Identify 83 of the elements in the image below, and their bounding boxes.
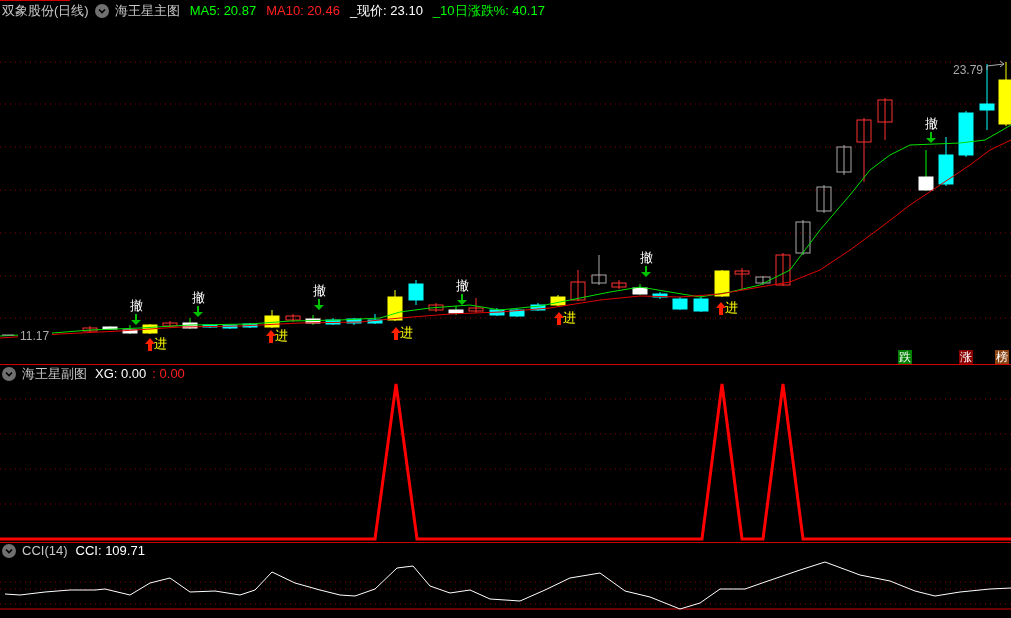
candlestick [816, 184, 832, 214]
candlestick [795, 219, 811, 256]
stock-title: 双象股份(日线) [2, 2, 89, 21]
candlestick [182, 317, 198, 330]
candlestick [82, 325, 98, 334]
indicator-name: 海王星主图 [114, 2, 180, 21]
candlestick [489, 307, 505, 317]
candlestick [122, 324, 138, 335]
candlestick [305, 314, 321, 326]
signal-badge: 涨 [959, 350, 973, 364]
candlestick [611, 279, 627, 290]
down-arrow-icon [131, 314, 141, 325]
candlestick [570, 269, 586, 302]
candlestick [162, 320, 178, 328]
candlestick [836, 144, 852, 176]
signal-label: 撤 [456, 278, 469, 293]
candlestick [387, 289, 403, 322]
signal-badge: 跌 [898, 350, 912, 364]
candlestick [325, 317, 341, 326]
indicator-reading: CCI: 109.71 [75, 542, 145, 561]
candlestick [428, 302, 444, 313]
indicator-reading: MA5: 20.87 [189, 2, 257, 21]
candlestick [264, 309, 280, 329]
up-arrow-icon [266, 330, 276, 343]
signal-label: 撤 [313, 283, 326, 298]
candlestick [632, 283, 648, 296]
candlestick [102, 325, 118, 331]
candlestick [530, 302, 546, 312]
signal-label: 撤 [192, 290, 205, 305]
candlestick [346, 317, 362, 326]
indicator-reading: MA10: 20.46 [266, 2, 340, 21]
candlestick [468, 297, 484, 314]
candlestick [877, 97, 893, 141]
dropdown-icon[interactable] [94, 4, 109, 18]
signal-label: 进 [563, 310, 576, 325]
candlestick [958, 110, 974, 158]
up-arrow-icon [391, 327, 401, 340]
candlestick [672, 296, 688, 311]
down-arrow-icon [457, 294, 467, 305]
candlestick [775, 252, 791, 287]
indicator-name: 海王星副图 [22, 365, 87, 384]
candlestick [222, 323, 238, 330]
candlestick [509, 308, 525, 318]
signal-label: 进 [154, 336, 167, 351]
candlestick [856, 117, 872, 183]
candlestick [734, 267, 750, 291]
candlestick [550, 294, 566, 307]
indicator-reading: XG: 0.00 [95, 365, 147, 384]
candlestick [202, 323, 218, 329]
signal-badge: 榜 [995, 350, 1009, 364]
indicator-reading: _现价: 23.10 [349, 2, 423, 21]
candlestick [591, 254, 607, 286]
signal-label: 进 [400, 325, 413, 340]
up-arrow-icon [716, 302, 726, 315]
signal-label: 进 [725, 300, 738, 315]
up-arrow-icon [554, 312, 564, 325]
candlestick [693, 295, 709, 313]
candlestick [367, 313, 383, 325]
candlestick [142, 323, 158, 335]
down-arrow-icon [926, 132, 936, 143]
up-arrow-icon [145, 338, 155, 351]
candlestick [714, 269, 730, 298]
indicator-reading: _10日涨跌%: 40.17 [432, 2, 545, 21]
candlestick [285, 313, 301, 323]
signal-label: 撤 [640, 250, 653, 265]
down-arrow-icon [314, 299, 324, 310]
signal-label: 撤 [130, 298, 143, 313]
candlestick [938, 136, 954, 187]
dropdown-icon[interactable] [2, 367, 16, 381]
down-arrow-icon [193, 306, 203, 317]
dropdown-icon[interactable] [2, 544, 16, 558]
signal-label: 进 [275, 328, 288, 343]
candlestick [408, 279, 424, 306]
down-arrow-icon [641, 266, 651, 277]
indicator-name: CCI(14) [22, 542, 68, 561]
candlestick [998, 61, 1011, 127]
indicator-reading: : 0.00 [152, 365, 185, 384]
candlestick [652, 291, 668, 300]
candlestick [448, 305, 464, 316]
candlestick [242, 322, 258, 329]
signal-label: 撤 [925, 116, 938, 131]
candlestick [755, 275, 771, 286]
candlestick [918, 149, 934, 192]
